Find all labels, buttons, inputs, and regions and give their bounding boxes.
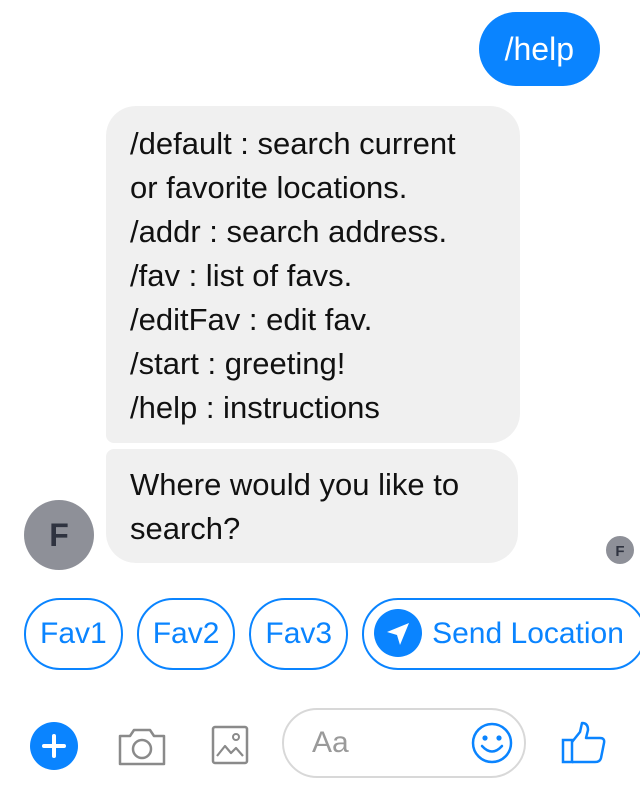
quick-replies: Fav1 Fav2 Fav3 Send Location	[24, 598, 640, 670]
quick-reply-fav2[interactable]: Fav2	[136, 598, 236, 670]
quick-reply-send-location[interactable]: Send Location	[362, 598, 640, 670]
messenger-conversation: /help /default : search current or favor…	[0, 0, 640, 791]
camera-icon[interactable]	[116, 724, 168, 773]
plus-icon[interactable]	[30, 722, 78, 770]
location-arrow-icon	[374, 609, 423, 658]
outgoing-message: /help	[478, 12, 600, 86]
send-location-label: Send Location	[432, 617, 624, 650]
message-line: Where would you like to	[130, 467, 460, 502]
composer-bar: Aa	[0, 706, 640, 786]
sender-avatar[interactable]: F	[24, 500, 94, 570]
message-line: /fav : list of favs.	[130, 258, 353, 293]
incoming-message-question: Where would you like to search?	[106, 449, 518, 563]
message-input[interactable]: Aa	[282, 708, 526, 778]
message-line: /default : search current	[130, 126, 456, 161]
message-line: or favorite locations.	[130, 170, 408, 205]
image-icon[interactable]	[210, 724, 250, 771]
quick-reply-fav3[interactable]: Fav3	[249, 598, 349, 670]
quick-reply-fav1[interactable]: Fav1	[24, 598, 123, 670]
thumbs-up-icon[interactable]	[560, 720, 608, 771]
seen-indicator-avatar: F	[604, 534, 636, 566]
message-line: /addr : search address.	[130, 214, 448, 249]
message-input-placeholder: Aa	[312, 726, 349, 759]
emoji-icon[interactable]	[470, 721, 514, 770]
incoming-message-help: /default : search current or favorite lo…	[106, 106, 520, 443]
message-line: /help : instructions	[130, 390, 380, 425]
message-line: /start : greeting!	[130, 346, 346, 381]
message-line: search?	[130, 511, 241, 546]
message-line: /editFav : edit fav.	[130, 302, 373, 337]
